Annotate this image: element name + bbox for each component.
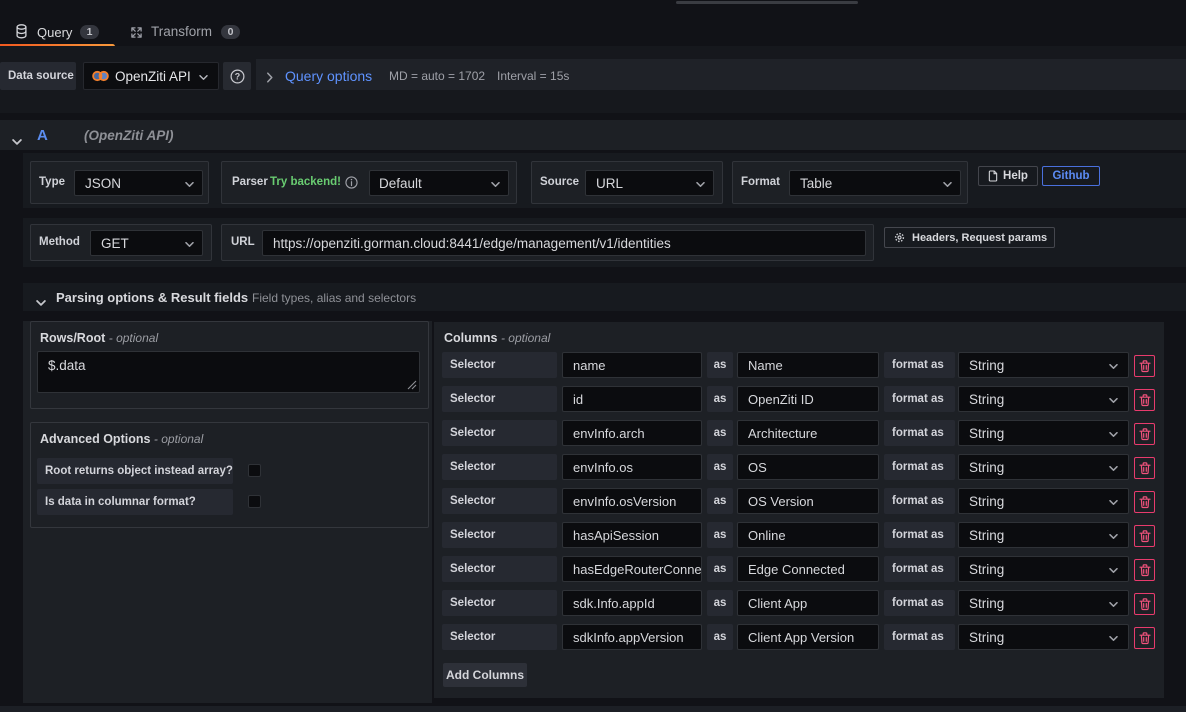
svg-text:?: ? <box>234 71 239 81</box>
